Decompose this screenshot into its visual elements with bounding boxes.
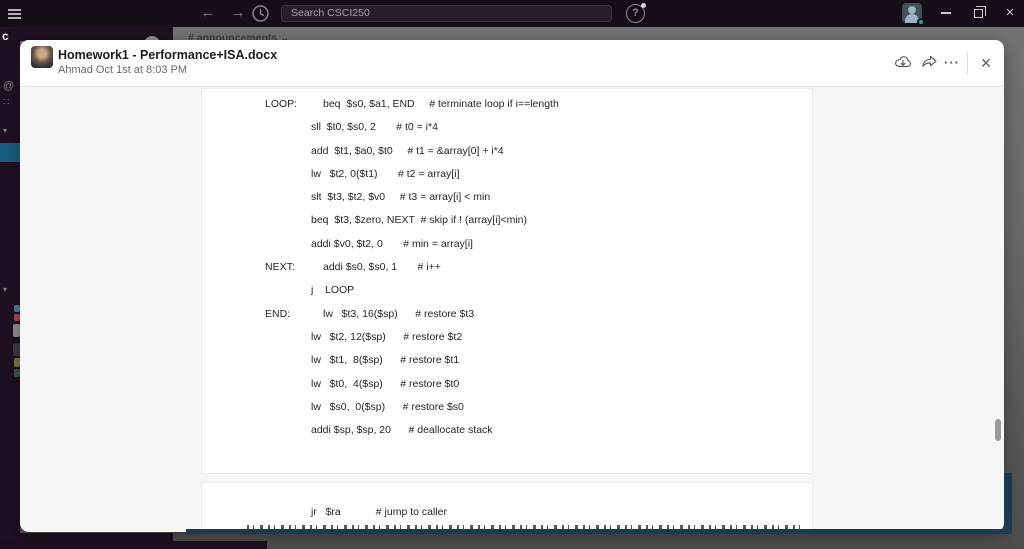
scrollbar-thumb[interactable] (995, 419, 1001, 441)
maximize-icon (973, 6, 986, 18)
forward-button[interactable]: → (227, 3, 249, 23)
dm-avatar-fragment (13, 324, 20, 337)
code-line: lw $t1, 8($sp) # restore $t1 (265, 349, 808, 372)
code-text: lw $t2, 0($t1) # t2 = array[i] (311, 167, 460, 180)
document-page-2: jr $ra # jump to caller (201, 482, 813, 532)
file-preview-modal: Homework1 - Performance+ISA.docx Ahmad O… (20, 40, 1004, 532)
code-text: beq $s0, $a1, END # terminate loop if i=… (323, 98, 559, 110)
section-caret-icon[interactable]: ▾ (3, 126, 7, 135)
background-window-edge-right (1004, 473, 1012, 534)
help-glyph: ? (632, 7, 639, 19)
code-label: LOOP: (265, 98, 298, 110)
code-line: NEXT: addi $s0, $s0, 1 # i++ (265, 256, 808, 279)
document-page-1: LOOP: beq $s0, $a1, END # terminate loop … (201, 88, 813, 474)
code-text: lw $t3, 16($sp) # restore $t3 (323, 307, 475, 320)
file-preview-header: Homework1 - Performance+ISA.docx Ahmad O… (20, 40, 1004, 87)
titlebar: ← → Search CSCI250 ? ✕ (0, 0, 1024, 27)
file-title: Homework1 - Performance+ISA.docx (58, 48, 278, 62)
more-actions-icon[interactable]: ··· (942, 53, 962, 73)
code-label: NEXT: (265, 261, 295, 274)
history-clock-icon[interactable] (251, 4, 270, 23)
selected-channel-item[interactable] (0, 143, 20, 162)
user-avatar[interactable] (902, 3, 925, 26)
minimize-button[interactable] (931, 0, 961, 27)
dm-avatar-fragment (13, 343, 20, 356)
assembly-code-block: LOOP: beq $s0, $a1, END # terminate loop … (265, 93, 808, 442)
code-line: addi $sp, $sp, 20 # deallocate stack (265, 419, 808, 442)
share-icon[interactable] (919, 53, 939, 73)
background-window-edge-bottom (186, 529, 1012, 534)
code-text: sll $t0, $s0, 2 # t0 = i*4 (311, 121, 438, 134)
code-text: add $t1, $a0, $t0 # t1 = &array[0] + i*4 (311, 144, 504, 157)
avatar-person-icon (908, 6, 916, 14)
code-text: j LOOP (311, 284, 355, 297)
code-text: lw $s0, 0($sp) # restore $s0 (311, 400, 464, 413)
code-text: addi $sp, $sp, 20 # deallocate stack (311, 424, 493, 437)
code-line: END: lw $t3, 16($sp) # restore $t3 (265, 303, 808, 326)
code-line: j LOOP (265, 279, 808, 302)
maximize-button[interactable] (963, 0, 993, 27)
minimize-icon (941, 12, 951, 14)
code-line: add $t1, $a0, $t0 # t1 = &array[0] + i*4 (265, 140, 808, 163)
code-line: slt $t3, $t2, $v0 # t3 = array[i] < min (265, 186, 808, 209)
code-text: lw $t0, 4($sp) # restore $t0 (311, 377, 460, 390)
code-line: beq $t3, $zero, NEXT # skip if ! (array[… (265, 209, 808, 232)
code-text: beq $t3, $zero, NEXT # skip if ! (array[… (311, 214, 528, 227)
assembly-code-block: jr $ra # jump to caller (265, 501, 447, 524)
back-button[interactable]: ← (197, 3, 219, 23)
close-preview-icon[interactable]: ✕ (976, 53, 996, 73)
code-line: addi $v0, $t2, 0 # min = array[i] (265, 233, 808, 256)
code-line: sll $t0, $s0, 2 # t0 = i*4 (265, 116, 808, 139)
dm-section-caret-icon[interactable]: ▾ (3, 285, 7, 294)
window-close-button[interactable]: ✕ (995, 0, 1024, 27)
code-line: lw $t2, 12($sp) # restore $t2 (265, 326, 808, 349)
download-icon[interactable] (893, 53, 913, 73)
code-line: lw $s0, 0($sp) # restore $s0 (265, 396, 808, 419)
hamburger-menu-icon[interactable] (8, 9, 21, 19)
author-avatar[interactable] (31, 46, 53, 68)
mentions-icon[interactable]: @ (3, 80, 14, 92)
code-text: addi $s0, $s0, 1 # i++ (323, 261, 441, 274)
search-input[interactable]: Search CSCI250 (281, 5, 612, 22)
workspace-initial: c (2, 29, 9, 43)
code-line: LOOP: beq $s0, $a1, END # terminate loop … (265, 93, 808, 116)
help-notification-dot (641, 3, 646, 8)
code-label: END: (265, 307, 291, 320)
code-text: addi $v0, $t2, 0 # min = array[i] (311, 237, 473, 250)
header-divider (967, 52, 968, 74)
code-line: lw $t2, 0($t1) # t2 = array[i] (265, 163, 808, 186)
code-line: lw $t0, 4($sp) # restore $t0 (265, 373, 808, 396)
window-bottom-strip (0, 541, 267, 549)
code-text: lw $t1, 8($sp) # restore $t1 (311, 354, 460, 367)
drafts-icon[interactable]: ∷ (3, 97, 9, 108)
app-window: ← → Search CSCI250 ? ✕ c # announcements… (0, 0, 1024, 549)
code-text: jr $ra # jump to caller (311, 506, 447, 518)
presence-dot (917, 18, 925, 26)
code-line: jr $ra # jump to caller (265, 501, 447, 524)
file-subtitle: Ahmad Oct 1st at 8:03 PM (58, 64, 188, 76)
code-text: lw $t2, 12($sp) # restore $t2 (311, 330, 463, 343)
code-text: slt $t3, $t2, $v0 # t3 = array[i] < min (311, 191, 491, 204)
help-icon[interactable]: ? (626, 3, 646, 23)
